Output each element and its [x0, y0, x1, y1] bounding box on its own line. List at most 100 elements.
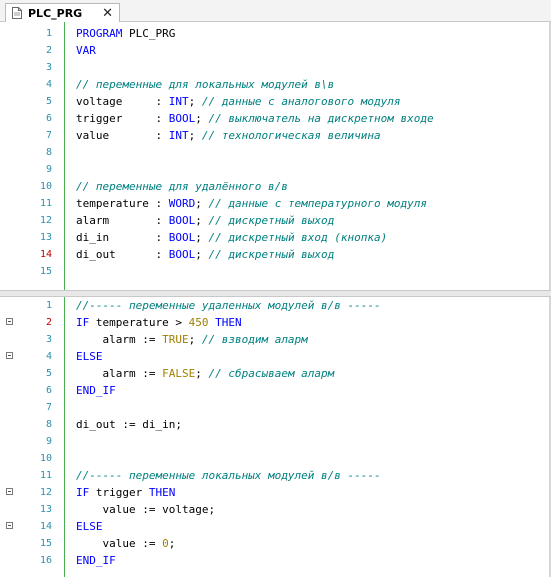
code-token: // взводим аларм — [201, 333, 308, 346]
code-line[interactable]: 13 value := voltage; — [0, 501, 551, 518]
code-text: //----- переменные локальных модулей в/в… — [76, 467, 381, 484]
code-token: BOOL — [168, 231, 196, 244]
implementation-editor[interactable]: 1 //----- переменные удаленных модулей в/… — [0, 297, 551, 577]
tab-title: PLC_PRG — [28, 6, 83, 20]
fold-toggle-icon[interactable] — [6, 488, 13, 495]
code-line[interactable]: 4 ELSE — [0, 348, 551, 365]
line-number: 14 — [39, 249, 52, 260]
line-number: 13 — [39, 232, 52, 243]
code-line[interactable]: 4 // переменные для локальных модулей в\в — [0, 76, 551, 93]
line-number: 11 — [39, 470, 52, 481]
code-text: // переменные для локальных модулей в\в — [76, 76, 334, 93]
code-token: alarm := — [76, 367, 163, 380]
code-token: //----- переменные локальных модулей в/в… — [76, 469, 381, 482]
code-line[interactable]: 7 — [0, 399, 551, 416]
code-line[interactable]: 15 value := 0; — [0, 535, 551, 552]
code-text: IF trigger THEN — [76, 484, 175, 501]
code-line[interactable]: 9 — [0, 161, 551, 178]
code-token: value := — [76, 537, 163, 550]
code-token: ; — [195, 197, 209, 210]
code-line[interactable]: 14 di_out : BOOL; // дискретный выход — [0, 246, 551, 263]
code-line[interactable]: 14 ELSE — [0, 518, 551, 535]
code-text: di_in : BOOL; // дискретный вход (кнопка… — [76, 229, 387, 246]
code-line[interactable]: 11 temperature : WORD; // данные с темпер… — [0, 195, 551, 212]
code-token: FALSE — [162, 367, 196, 380]
code-line[interactable]: 1 //----- переменные удаленных модулей в/… — [0, 297, 551, 314]
code-line[interactable]: 16 END_IF — [0, 552, 551, 569]
line-number: 6 — [45, 113, 52, 124]
code-token: ; — [188, 129, 202, 142]
code-token: WORD — [168, 197, 196, 210]
code-line[interactable]: 12 alarm : BOOL; // дискретный выход — [0, 212, 551, 229]
code-line[interactable]: 3 — [0, 59, 551, 76]
code-text: // переменные для удалённого в/в — [76, 178, 288, 195]
line-number: 2 — [45, 317, 52, 328]
code-token: // дискретный выход — [208, 248, 335, 261]
code-token: ; — [168, 537, 176, 550]
code-token: // сбрасываем аларм — [208, 367, 335, 380]
line-number: 11 — [39, 198, 52, 209]
code-line[interactable]: 13 di_in : BOOL; // дискретный вход (кноп… — [0, 229, 551, 246]
line-number: 3 — [45, 62, 52, 73]
editor-splitter[interactable] — [0, 290, 551, 297]
code-line[interactable]: 2 IF temperature > 450 THEN — [0, 314, 551, 331]
code-token: alarm := — [76, 333, 163, 346]
code-line[interactable]: 8 — [0, 144, 551, 161]
declaration-editor[interactable]: 1 PROGRAM PLC_PRG 2 VAR 3 4 // переменные для … — [0, 22, 551, 290]
code-line[interactable]: 2 VAR — [0, 42, 551, 59]
code-token: // дискретный вход (кнопка) — [208, 231, 388, 244]
line-number: 7 — [45, 130, 52, 141]
line-number: 15 — [39, 266, 52, 277]
fold-toggle-icon[interactable] — [6, 352, 13, 359]
code-line[interactable]: 10 — [0, 450, 551, 467]
code-token: ; — [195, 214, 209, 227]
code-token: trigger — [95, 486, 149, 499]
code-token: ; — [195, 367, 209, 380]
code-text: alarm := FALSE; // сбрасываем аларм — [76, 365, 334, 382]
code-text: di_out := di_in; — [76, 416, 182, 433]
code-token: INT — [168, 95, 189, 108]
code-token: di_out := di_in; — [76, 418, 182, 431]
code-token: TRUE — [162, 333, 189, 346]
code-line[interactable]: 6 trigger : BOOL; // выключатель на дискр… — [0, 110, 551, 127]
code-token: ELSE — [76, 520, 103, 533]
code-line[interactable]: 3 alarm := TRUE; // взводим аларм — [0, 331, 551, 348]
code-text: END_IF — [76, 552, 116, 569]
code-text: IF temperature > 450 THEN — [76, 314, 242, 331]
code-line[interactable]: 11 //----- переменные локальных модулей в… — [0, 467, 551, 484]
code-token: di_out : — [76, 248, 169, 261]
code-line[interactable]: 6 END_IF — [0, 382, 551, 399]
code-line[interactable]: 12 IF trigger THEN — [0, 484, 551, 501]
code-line[interactable]: 1 PROGRAM PLC_PRG — [0, 25, 551, 42]
code-line[interactable]: 5 alarm := FALSE; // сбрасываем аларм — [0, 365, 551, 382]
code-token: PLC_PRG — [128, 27, 176, 40]
code-line[interactable]: 7 value : INT; // технологическая величин… — [0, 127, 551, 144]
fold-toggle-icon[interactable] — [6, 522, 13, 529]
code-text: alarm := TRUE; // взводим аларм — [76, 331, 308, 348]
line-number: 16 — [39, 555, 52, 566]
code-line[interactable]: 15 — [0, 263, 551, 280]
code-token: 450 — [188, 316, 209, 329]
line-number: 8 — [45, 147, 52, 158]
code-token: temperature : — [76, 197, 169, 210]
line-number: 9 — [45, 164, 52, 175]
tab-plc-prg[interactable]: PLC_PRG ✕ — [5, 3, 120, 22]
code-line[interactable]: 5 voltage : INT; // данные с аналогового … — [0, 93, 551, 110]
code-token: INT — [168, 129, 189, 142]
code-token: // технологическая величина — [201, 129, 381, 142]
fold-toggle-icon[interactable] — [6, 318, 13, 325]
code-token: END_IF — [76, 384, 116, 397]
editor-tab-bar: PLC_PRG ✕ — [0, 0, 551, 22]
code-line[interactable]: 10 // переменные для удалённого в/в — [0, 178, 551, 195]
code-token: temperature > — [95, 316, 189, 329]
line-number: 12 — [39, 487, 52, 498]
code-token: // переменные для удалённого в/в — [76, 180, 288, 193]
line-number: 1 — [45, 28, 52, 39]
close-icon[interactable]: ✕ — [102, 7, 113, 20]
code-line[interactable]: 8 di_out := di_in; — [0, 416, 551, 433]
code-line[interactable]: 9 — [0, 433, 551, 450]
code-token: // данные с аналогового модуля — [201, 95, 401, 108]
code-token: trigger : — [76, 112, 169, 125]
line-number: 7 — [45, 402, 52, 413]
code-text: voltage : INT; // данные с аналогового м… — [76, 93, 401, 110]
